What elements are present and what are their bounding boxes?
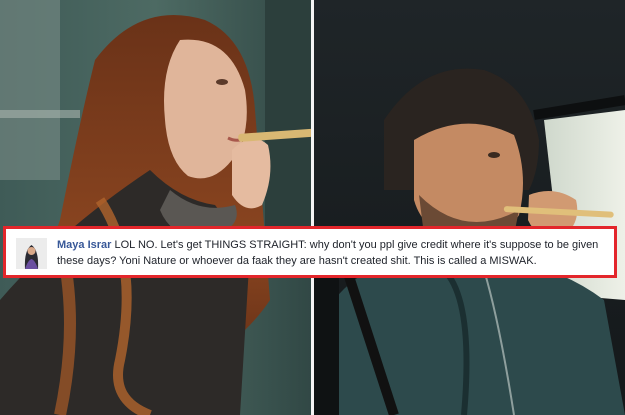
- right-photo-man-driving: [314, 0, 625, 415]
- left-photo-woman: [0, 0, 311, 415]
- comment-author-link[interactable]: Maya Israr: [57, 239, 111, 251]
- commenter-avatar[interactable]: [16, 238, 47, 269]
- comment-body: Maya Israr LOL NO. Let's get THINGS STRA…: [57, 237, 610, 269]
- comment-text: LOL NO. Let's get THINGS STRAIGHT: why d…: [57, 239, 599, 267]
- highlighted-comment: Maya Israr LOL NO. Let's get THINGS STRA…: [3, 226, 617, 278]
